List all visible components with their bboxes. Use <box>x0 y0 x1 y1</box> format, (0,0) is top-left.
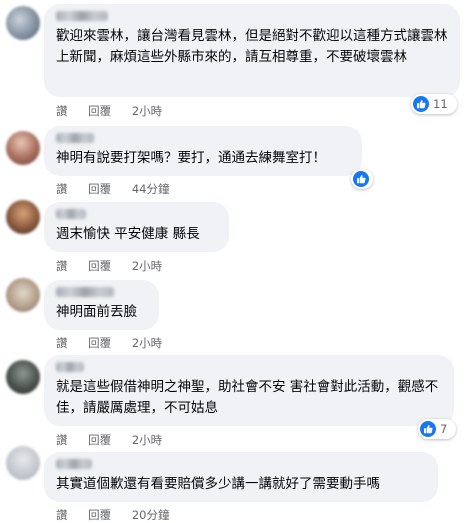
like-icon <box>353 171 369 187</box>
commenter-name-blurred[interactable] <box>56 361 442 374</box>
like-icon <box>413 96 429 112</box>
like-button[interactable]: 讚 <box>56 508 68 522</box>
reply-button[interactable]: 回覆 <box>88 104 111 118</box>
reply-button[interactable]: 回覆 <box>88 508 111 522</box>
commenter-name-blurred[interactable] <box>56 286 147 299</box>
like-icon <box>420 421 436 437</box>
reaction-count[interactable]: 7 <box>418 419 456 439</box>
like-button[interactable]: 讚 <box>56 259 68 273</box>
commenter-avatar[interactable] <box>6 200 40 234</box>
commenter-name-blurred[interactable] <box>56 10 448 23</box>
reaction-count[interactable] <box>351 169 373 189</box>
comment-bubble: 週末愉快 平安健康 縣長 <box>44 202 229 252</box>
commenter-name-blurred[interactable] <box>56 132 350 145</box>
comment-time[interactable]: 44分鐘 <box>132 182 170 196</box>
commenter-name-blurred[interactable] <box>56 458 426 471</box>
comment-text: 歡迎來雲林，讓台灣看見雲林，但是絕對不歡迎以這種方式讓雲林上新聞，麻煩這些外縣市… <box>56 28 448 65</box>
commenter-avatar[interactable] <box>6 360 40 394</box>
reply-button[interactable]: 回覆 <box>88 259 111 273</box>
comment-bubble: 神明面前丟臉 <box>44 280 159 330</box>
reply-button[interactable]: 回覆 <box>88 182 111 196</box>
comment-actions: 讚 回覆 44分鐘 <box>56 181 186 197</box>
commenter-name-blurred[interactable] <box>56 208 217 221</box>
reaction-count[interactable]: 11 <box>411 94 457 114</box>
comment-actions: 讚 回覆 2小時 <box>56 335 179 351</box>
comment-actions: 讚 回覆 2小時 <box>56 432 179 448</box>
comment-actions: 讚 回覆 2小時 <box>56 258 179 274</box>
commenter-avatar[interactable] <box>6 278 40 312</box>
comment-bubble: 其實道個歉還有看要賠償多少講一講就好了需要動手嗎 <box>44 452 438 502</box>
commenter-avatar[interactable] <box>6 446 40 480</box>
reaction-number: 11 <box>433 97 448 111</box>
reaction-number: 7 <box>440 422 448 436</box>
comment-text: 其實道個歉還有看要賠償多少講一講就好了需要動手嗎 <box>56 476 380 492</box>
comment-time[interactable]: 2小時 <box>132 259 162 273</box>
like-button[interactable]: 讚 <box>56 182 68 196</box>
comment-time[interactable]: 2小時 <box>132 433 162 447</box>
comment-bubble: 就是這些假借神明之神聖，助社會不安 害社會對此活動，觀感不佳，請嚴厲處理，不可姑… <box>44 355 454 426</box>
comment-actions: 讚 回覆 2小時 <box>56 103 179 119</box>
commenter-avatar[interactable] <box>6 6 40 40</box>
comment-text: 神明有說要打架嗎？要打，通通去練舞室打！ <box>56 150 326 166</box>
reply-button[interactable]: 回覆 <box>88 336 111 350</box>
comment-text: 週末愉快 平安健康 縣長 <box>56 226 200 242</box>
like-button[interactable]: 讚 <box>56 336 68 350</box>
commenter-avatar[interactable] <box>6 131 40 165</box>
comment-text: 就是這些假借神明之神聖，助社會不安 害社會對此活動，觀感不佳，請嚴厲處理，不可姑… <box>56 379 439 416</box>
comment-time[interactable]: 20分鐘 <box>132 508 170 522</box>
comment-bubble: 歡迎來雲林，讓台灣看見雲林，但是絕對不歡迎以這種方式讓雲林上新聞，麻煩這些外縣市… <box>44 4 460 97</box>
comment-bubble: 神明有說要打架嗎？要打，通通去練舞室打！ <box>44 126 362 176</box>
reply-button[interactable]: 回覆 <box>88 433 111 447</box>
like-button[interactable]: 讚 <box>56 433 68 447</box>
comment-time[interactable]: 2小時 <box>132 104 162 118</box>
comment-time[interactable]: 2小時 <box>132 336 162 350</box>
comment-text: 神明面前丟臉 <box>56 304 137 320</box>
like-button[interactable]: 讚 <box>56 104 68 118</box>
